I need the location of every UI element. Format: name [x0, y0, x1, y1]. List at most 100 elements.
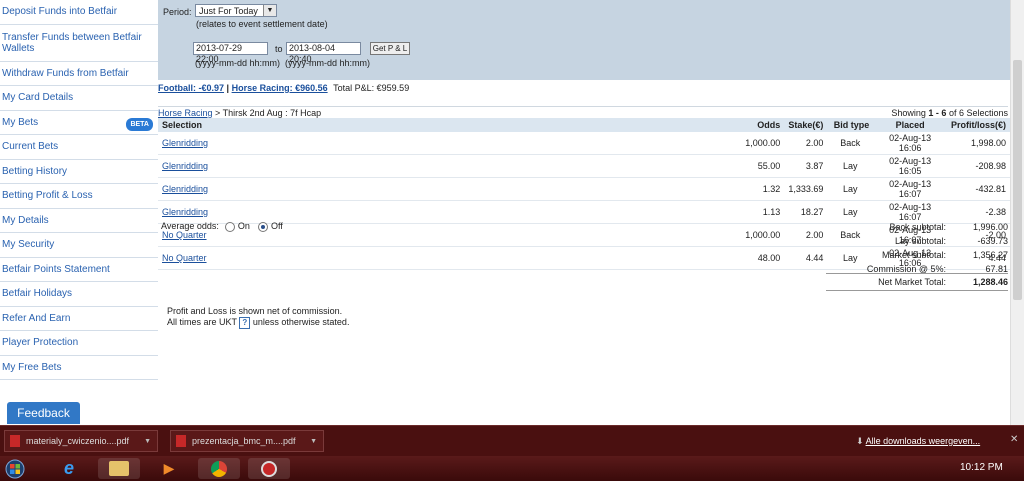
net-market-total: Net Market Total: 1,288.46 — [826, 273, 1008, 291]
taskbar-recorder[interactable] — [248, 458, 290, 479]
show-all-downloads[interactable]: ⬇ Alle downloads weergeven... — [856, 436, 980, 447]
sidebar-item-withdraw[interactable]: Withdraw Funds from Betfair — [0, 62, 158, 86]
windows-taskbar: e ▶ 10:12 PM — [0, 456, 1024, 481]
page-scrollbar[interactable] — [1010, 0, 1024, 425]
sidebar-item-free-bets[interactable]: My Free Bets — [0, 356, 158, 380]
sidebar-item-deposit[interactable]: Deposit Funds into Betfair — [0, 0, 158, 25]
odds-cell: 48.00 — [714, 246, 785, 270]
col-header-bid-type: Bid type — [827, 118, 874, 132]
download-filename: materialy_cwiczenio....pdf — [26, 436, 130, 446]
subtotal-value: 1,356.27 — [972, 250, 1008, 260]
from-date-input[interactable]: 2013-07-29 22:00 — [193, 42, 268, 64]
market-subtotal: Market subtotal: 1,356.27 — [826, 250, 1008, 260]
download-arrow-icon: ⬇ — [856, 436, 864, 446]
showing-prefix: Showing — [891, 108, 926, 118]
from-date-hint: (yyyy-mm-dd hh:mm) — [195, 58, 280, 68]
showing-range: 1 - 6 — [928, 108, 947, 118]
taskbar-explorer[interactable] — [98, 458, 140, 479]
showing-count: Showing 1 - 6 of 6 Selections — [891, 108, 1008, 118]
average-odds-on-radio[interactable] — [225, 221, 236, 232]
odds-cell: 1.32 — [714, 177, 785, 201]
sidebar-item-profit-loss[interactable]: Betting Profit & Loss — [0, 184, 158, 209]
timezone-note-end: unless otherwise stated. — [252, 317, 350, 327]
horse-racing-pl-link[interactable]: Horse Racing: €960.56 — [232, 83, 328, 93]
sidebar-item-player-protection[interactable]: Player Protection — [0, 331, 158, 356]
to-date-input[interactable]: 2013-08-04 20:40 — [286, 42, 361, 64]
sidebar-item-my-security[interactable]: My Security — [0, 233, 158, 258]
average-odds-on-label: On — [237, 221, 250, 231]
sidebar-item-label: Player Protection — [2, 337, 79, 349]
download-item[interactable]: materialy_cwiczenio....pdf ▼ — [4, 430, 158, 452]
profit-loss-cell: -2.38 — [946, 200, 1010, 224]
bid-type-cell: Back — [827, 132, 874, 155]
selection-link[interactable]: Glenridding — [162, 207, 208, 217]
sidebar-item-my-bets[interactable]: My Bets BETA — [0, 111, 158, 135]
bid-type-cell: Lay — [827, 200, 874, 224]
average-odds-off-label: Off — [270, 221, 283, 231]
average-odds-off-radio[interactable] — [258, 221, 269, 232]
col-header-stake: Stake(€) — [784, 118, 828, 132]
stake-cell: 2.00 — [784, 223, 828, 247]
breadcrumb-horse-racing[interactable]: Horse Racing — [158, 108, 213, 118]
taskbar-media-player[interactable]: ▶ — [148, 458, 190, 479]
placed-cell: 02-Aug-13 16:06 — [873, 132, 947, 155]
period-select-value: Just For Today — [199, 6, 258, 16]
sidebar-item-current-bets[interactable]: Current Bets — [0, 135, 158, 160]
table-row: Glenridding 1.13 18.27 Lay 02-Aug-13 16:… — [158, 200, 1010, 224]
sidebar-item-my-details[interactable]: My Details — [0, 209, 158, 233]
sidebar-item-points-statement[interactable]: Betfair Points Statement — [0, 258, 158, 282]
back-subtotal: Back subtotal: 1,996.00 — [826, 222, 1008, 232]
sidebar-item-card-details[interactable]: My Card Details — [0, 86, 158, 111]
close-icon[interactable]: ✕ — [1010, 434, 1018, 445]
sidebar-item-label: Transfer Funds between Betfair Wallets — [2, 31, 142, 54]
pl-note: Profit and Loss is shown net of commissi… — [167, 306, 343, 316]
col-header-placed: Placed — [873, 118, 947, 132]
period-select[interactable]: Just For Today ▼ — [195, 4, 277, 17]
chrome-icon — [211, 460, 227, 477]
showing-suffix: of 6 Selections — [948, 108, 1008, 118]
bid-type-cell: Lay — [827, 177, 874, 201]
show-all-downloads-link[interactable]: Alle downloads weergeven... — [866, 436, 981, 446]
table-row: Glenridding 1.32 1,333.69 Lay 02-Aug-13 … — [158, 177, 1010, 201]
sidebar-item-label: Deposit Funds into Betfair — [2, 6, 118, 18]
selection-link[interactable]: No Quarter — [162, 253, 207, 263]
breadcrumb: Horse Racing > Thirsk 2nd Aug : 7f Hcap — [158, 108, 321, 118]
download-item[interactable]: prezentacja_bmc_m....pdf ▼ — [170, 430, 324, 452]
sidebar-item-label: Current Bets — [2, 141, 59, 153]
sidebar-item-label: Betting Profit & Loss — [2, 190, 93, 202]
placed-cell: 02-Aug-13 16:07 — [873, 200, 947, 224]
placed-cell: 02-Aug-13 16:07 — [873, 177, 947, 201]
taskbar-ie[interactable]: e — [48, 458, 90, 479]
taskbar-chrome[interactable] — [198, 458, 240, 479]
feedback-button[interactable]: Feedback — [7, 402, 80, 424]
timezone-note-start: All times are UKT — [167, 317, 237, 327]
stake-cell: 4.44 — [784, 246, 828, 270]
profit-loss-cell: -432.81 — [946, 177, 1010, 201]
stake-cell: 3.87 — [784, 154, 828, 178]
profit-loss-main: Football: -€0.97 | Horse Racing: €960.56… — [158, 80, 1010, 425]
sidebar-item-betting-history[interactable]: Betting History — [0, 160, 158, 184]
selection-link[interactable]: Glenridding — [162, 184, 208, 194]
stake-cell: 1,333.69 — [784, 177, 828, 201]
subtotal-value: 1,996.00 — [972, 222, 1008, 232]
sidebar-item-transfer[interactable]: Transfer Funds between Betfair Wallets — [0, 25, 158, 62]
subtotal-label: Lay subtotal: — [894, 236, 946, 246]
start-button[interactable] — [2, 458, 28, 479]
odds-cell: 1,000.00 — [714, 223, 785, 247]
help-icon[interactable]: ? — [239, 317, 251, 329]
chevron-down-icon[interactable]: ▼ — [144, 438, 151, 445]
profit-loss-cell: -208.98 — [946, 154, 1010, 178]
sidebar-item-label: Withdraw Funds from Betfair — [2, 67, 129, 79]
pdf-file-icon — [176, 435, 186, 447]
selection-link[interactable]: Glenridding — [162, 161, 208, 171]
get-pl-button[interactable]: Get P & L — [370, 42, 410, 55]
scrollbar-thumb[interactable] — [1013, 60, 1022, 300]
chevron-down-icon[interactable]: ▼ — [310, 438, 317, 445]
football-pl-link[interactable]: Football: -€0.97 — [158, 83, 224, 93]
sidebar-item-refer-earn[interactable]: Refer And Earn — [0, 307, 158, 331]
sidebar-item-label: Betfair Points Statement — [2, 263, 110, 275]
selection-link[interactable]: Glenridding — [162, 138, 208, 148]
sidebar-item-holidays[interactable]: Betfair Holidays — [0, 282, 158, 307]
clock-time[interactable]: 10:12 PM — [960, 462, 1003, 473]
table-header-row: Selection Odds Stake(€) Bid type Placed … — [158, 118, 1010, 132]
